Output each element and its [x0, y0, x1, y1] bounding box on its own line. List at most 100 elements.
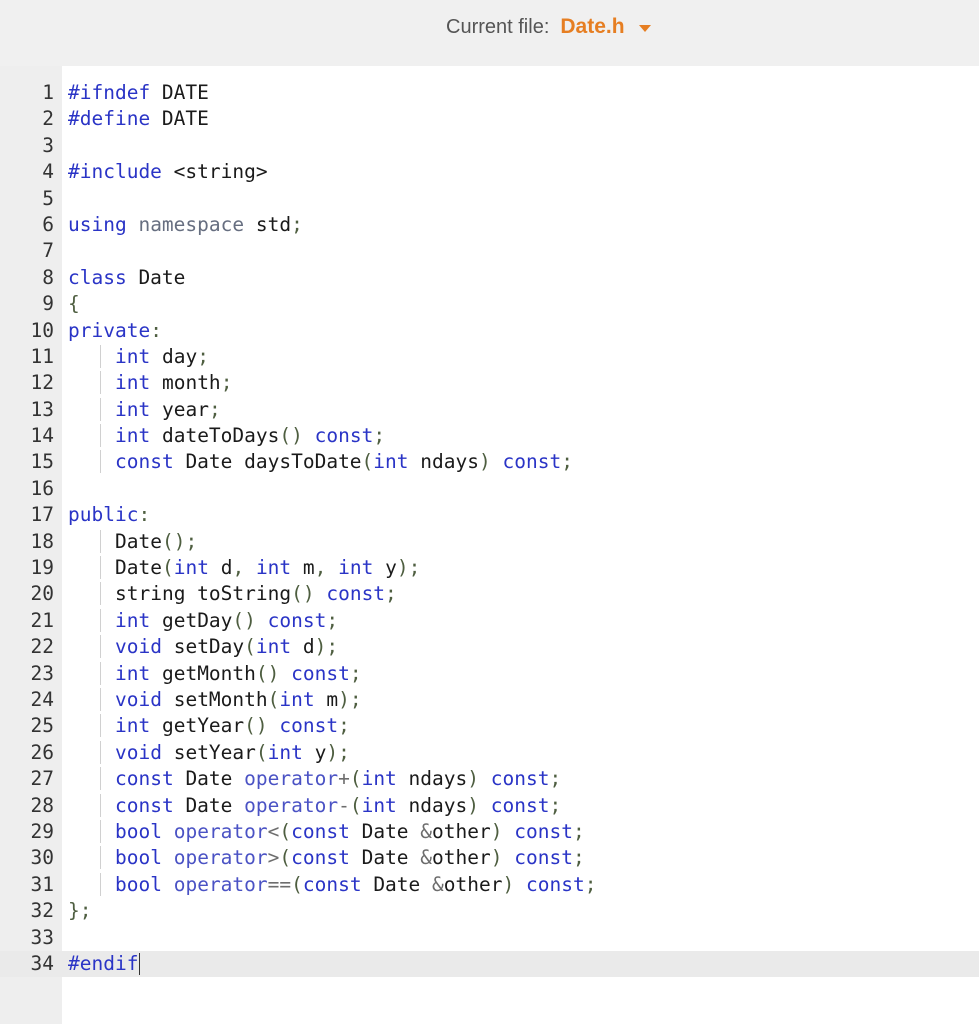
code-line[interactable]: 6 using namespace std;: [0, 212, 979, 238]
code-text[interactable]: int getYear() const;: [68, 713, 350, 739]
code-text[interactable]: void setMonth(int m);: [68, 687, 362, 713]
code-token: <string>: [161, 160, 268, 184]
line-number: 2: [42, 107, 54, 131]
code-token: ;: [549, 767, 562, 791]
code-text[interactable]: const Date operator+(int ndays) const;: [68, 766, 562, 792]
code-line[interactable]: 1 #ifndef DATE: [0, 80, 979, 106]
code-line[interactable]: 24 void setMonth(int m);: [0, 687, 979, 713]
code-token: int: [115, 397, 151, 421]
code-text[interactable]: int month;: [68, 370, 233, 396]
code-token: const: [291, 846, 350, 870]
code-token: setYear: [161, 740, 256, 764]
code-line[interactable]: 26 void setYear(int y);: [0, 740, 979, 766]
code-line[interactable]: 7: [0, 238, 979, 264]
code-text[interactable]: void setYear(int y);: [68, 740, 350, 766]
code-text[interactable]: bool operator>(const Date &other) const;: [68, 845, 585, 871]
code-token: (: [349, 793, 362, 817]
code-token: Date: [126, 265, 186, 289]
code-token: (): [255, 661, 280, 685]
indent-guide: bool operator==(const Date &other) const…: [100, 872, 597, 896]
code-line[interactable]: 10 private:: [0, 318, 979, 344]
code-token: bool: [115, 872, 162, 896]
code-token: int: [115, 424, 151, 448]
file-selector-dropdown[interactable]: Current file: Date.h: [446, 12, 651, 42]
code-line[interactable]: 2 #define DATE: [0, 106, 979, 132]
code-line[interactable]: 22 void setDay(int d);: [0, 634, 979, 660]
code-text[interactable]: Date(int d, int m, int y);: [68, 555, 421, 581]
code-line[interactable]: 5: [0, 186, 979, 212]
code-text[interactable]: void setDay(int d);: [68, 634, 339, 660]
code-text[interactable]: int day;: [68, 344, 209, 370]
chevron-down-icon[interactable]: [638, 25, 651, 32]
code-text[interactable]: class Date: [68, 265, 185, 291]
code-text[interactable]: #ifndef DATE: [68, 80, 209, 106]
code-token: ): [467, 767, 480, 791]
code-text[interactable]: #endif: [68, 951, 141, 977]
code-text[interactable]: bool operator==(const Date &other) const…: [68, 872, 597, 898]
code-token: #ifndef: [68, 81, 151, 104]
indent-guide: const Date operator+(int ndays) const;: [100, 767, 562, 791]
code-line[interactable]: 17 public:: [0, 502, 979, 528]
code-text[interactable]: private:: [68, 318, 162, 344]
code-token: const: [267, 608, 327, 632]
code-line[interactable]: 16: [0, 476, 979, 502]
code-text[interactable]: const Date daysToDate(int ndays) const;: [68, 449, 573, 475]
code-text[interactable]: int getDay() const;: [68, 608, 339, 634]
code-line[interactable]: 25 int getYear() const;: [0, 713, 979, 739]
code-token: Date: [115, 556, 162, 580]
code-line[interactable]: 15 const Date daysToDate(int ndays) const…: [0, 449, 979, 475]
code-line[interactable]: 4 #include <string>: [0, 159, 979, 185]
code-text[interactable]: {: [68, 291, 80, 317]
code-token: int: [115, 344, 151, 368]
code-line[interactable]: 14 int dateToDays() const;: [0, 423, 979, 449]
code-line[interactable]: 30 bool operator>(const Date &other) cons…: [0, 845, 979, 871]
code-line[interactable]: 31 bool operator==(const Date &other) con…: [0, 872, 979, 898]
code-line[interactable]: 8 class Date: [0, 265, 979, 291]
code-line[interactable]: 29 bool operator<(const Date &other) cons…: [0, 819, 979, 845]
code-line[interactable]: 9{: [0, 291, 979, 317]
code-text[interactable]: #define DATE: [68, 106, 209, 132]
code-text[interactable]: int getMonth() const;: [68, 661, 362, 687]
code-text[interactable]: #include <string>: [68, 159, 268, 185]
code-token: (): [279, 424, 303, 448]
indent-guide: int getYear() const;: [100, 714, 350, 738]
code-line[interactable]: 18 Date();: [0, 529, 979, 555]
code-text[interactable]: bool operator<(const Date &other) const;: [68, 819, 585, 845]
code-line[interactable]: 19 Date(int d, int m, int y);: [0, 555, 979, 581]
code-area[interactable]: 1 #ifndef DATE 2 #define DATE 3 4 #include <st…: [0, 80, 979, 978]
code-token: y: [302, 740, 327, 764]
code-text[interactable]: int year;: [68, 397, 221, 423]
code-token: Date: [361, 872, 433, 896]
code-line[interactable]: 23 int getMonth() const;: [0, 661, 979, 687]
code-token: Date: [173, 793, 245, 817]
code-line[interactable]: 33: [0, 925, 979, 951]
code-token: m: [314, 687, 339, 711]
code-text[interactable]: using namespace std;: [68, 212, 303, 238]
code-text[interactable]: int dateToDays() const;: [68, 423, 386, 449]
code-line[interactable]: 32};: [0, 898, 979, 924]
code-token: (: [161, 556, 174, 580]
code-line[interactable]: 20 string toString() const;: [0, 581, 979, 607]
code-text[interactable]: const Date operator-(int ndays) const;: [68, 793, 562, 819]
code-line[interactable]: 34 #endif: [0, 950, 979, 978]
code-line[interactable]: 13 int year;: [0, 397, 979, 423]
code-editor[interactable]: 1 #ifndef DATE 2 #define DATE 3 4 #include <st…: [0, 66, 979, 1024]
code-line[interactable]: 11 int day;: [0, 344, 979, 370]
code-text[interactable]: string toString() const;: [68, 581, 397, 607]
code-line[interactable]: 27 const Date operator+(int ndays) const;: [0, 766, 979, 792]
code-line[interactable]: 12 int month;: [0, 370, 979, 396]
current-file-name[interactable]: Date.h: [560, 15, 624, 39]
code-line[interactable]: 3: [0, 133, 979, 159]
code-text[interactable]: Date();: [68, 529, 198, 555]
code-token: year: [150, 397, 209, 421]
code-text[interactable]: public:: [68, 502, 150, 528]
code-line[interactable]: 28 const Date operator-(int ndays) const;: [0, 793, 979, 819]
code-token: ;: [549, 793, 562, 817]
code-text[interactable]: };: [68, 898, 91, 924]
code-token: void: [115, 740, 162, 764]
code-token: const: [302, 872, 362, 896]
code-token: ): [490, 819, 503, 843]
indent-guide: int dateToDays() const;: [100, 424, 386, 448]
code-line[interactable]: 21 int getDay() const;: [0, 608, 979, 634]
